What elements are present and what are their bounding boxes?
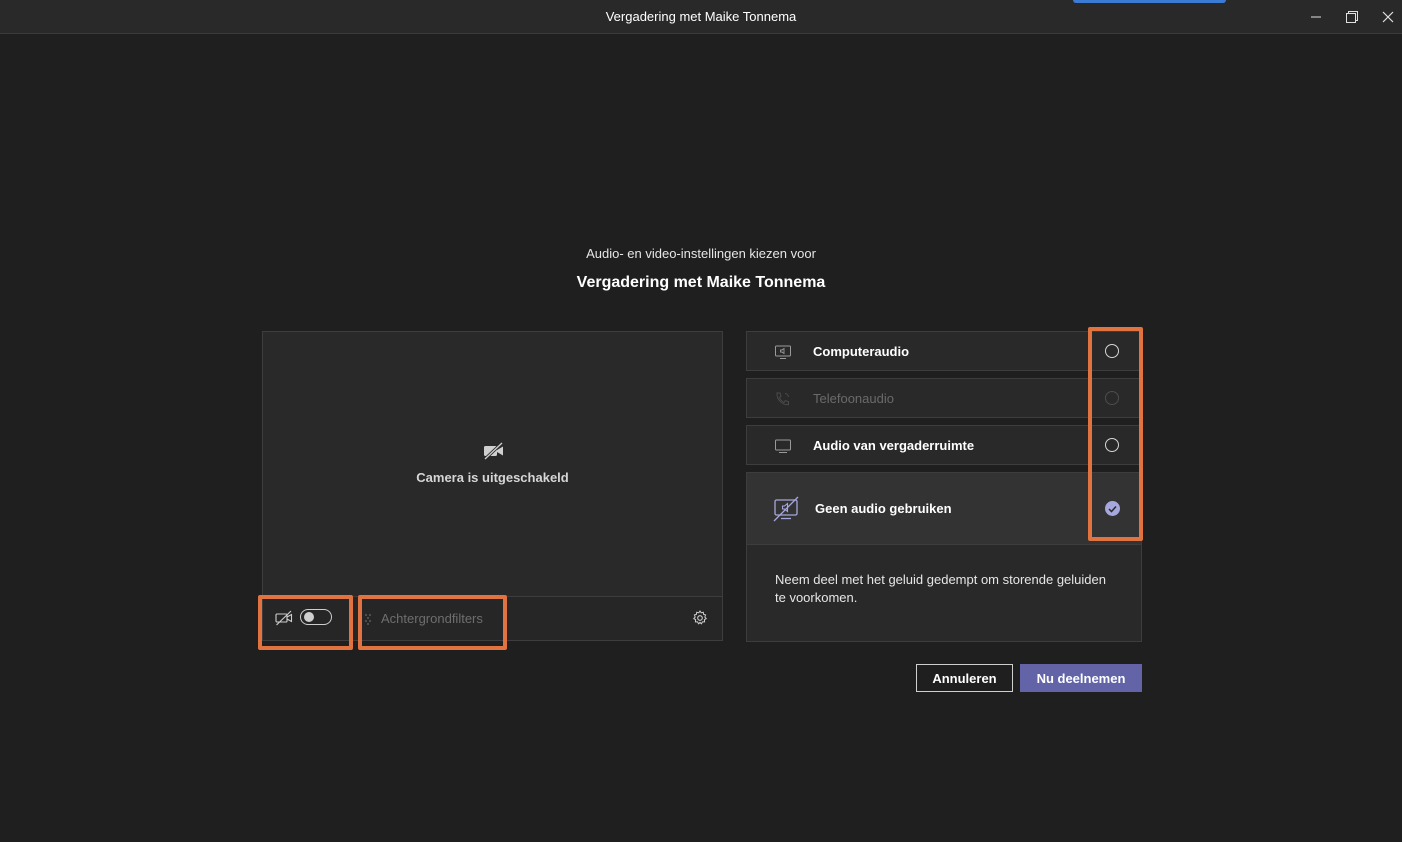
audio-option-computer[interactable]: Computeraudio [746,331,1142,371]
checkmark-icon [1108,505,1117,513]
device-settings-gear-icon[interactable] [692,610,708,626]
room-audio-icon [775,439,791,453]
audio-option-label: Geen audio gebruiken [815,501,952,516]
meeting-title: Vergadering met Maike Tonnema [576,274,826,291]
restore-button[interactable] [1334,0,1370,33]
audio-description: Neem deel met het geluid gedempt om stor… [746,544,1142,642]
audio-option-radio[interactable] [1105,344,1119,358]
window-title: Vergadering met Maike Tonnema [605,9,797,24]
video-controls: Achtergrondfilters [263,596,722,640]
minimize-icon [1311,16,1321,17]
title-bar: Vergadering met Maike Tonnema [0,0,1402,34]
no-audio-icon [773,496,799,522]
minimize-button[interactable] [1298,0,1334,33]
title-bar-accent [1073,0,1226,3]
computer-audio-icon [775,345,791,359]
phone-audio-icon [776,392,789,406]
close-icon [1382,11,1394,22]
video-preview: Camera is uitgeschakeld Achtergrondfilte… [262,331,723,641]
restore-icon [1346,10,1358,23]
audio-option-label: Computeraudio [813,344,910,359]
audio-option-radio [1105,391,1119,405]
background-filter-icon [365,613,371,625]
background-filters-button[interactable]: Achtergrondfilters [363,597,483,640]
join-now-button[interactable]: Nu deelnemen [1020,664,1142,692]
camera-off-text: Camera is uitgeschakeld [416,470,569,485]
prejoin-subtitle: Audio- en video-instellingen kiezen voor [586,246,816,261]
camera-toggle[interactable] [300,609,332,625]
background-filters-label: Achtergrondfilters [381,611,483,626]
camera-off-icon [483,442,504,460]
audio-option-no-audio[interactable]: Geen audio gebruiken [746,472,1142,544]
camera-off-toggle-icon [275,610,293,626]
audio-option-phone: Telefoonaudio [746,378,1142,418]
cancel-button[interactable]: Annuleren [916,664,1013,692]
audio-option-room[interactable]: Audio van vergaderruimte [746,425,1142,465]
audio-option-label: Audio van vergaderruimte [813,438,975,453]
audio-option-radio[interactable] [1105,438,1119,452]
close-button[interactable] [1370,0,1402,33]
camera-toggle-knob [304,612,314,622]
audio-option-radio-selected[interactable] [1105,501,1120,516]
audio-options-panel: Computeraudio Telefoonaudio Audio van ve… [746,331,1142,642]
audio-option-label: Telefoonaudio [813,391,894,406]
